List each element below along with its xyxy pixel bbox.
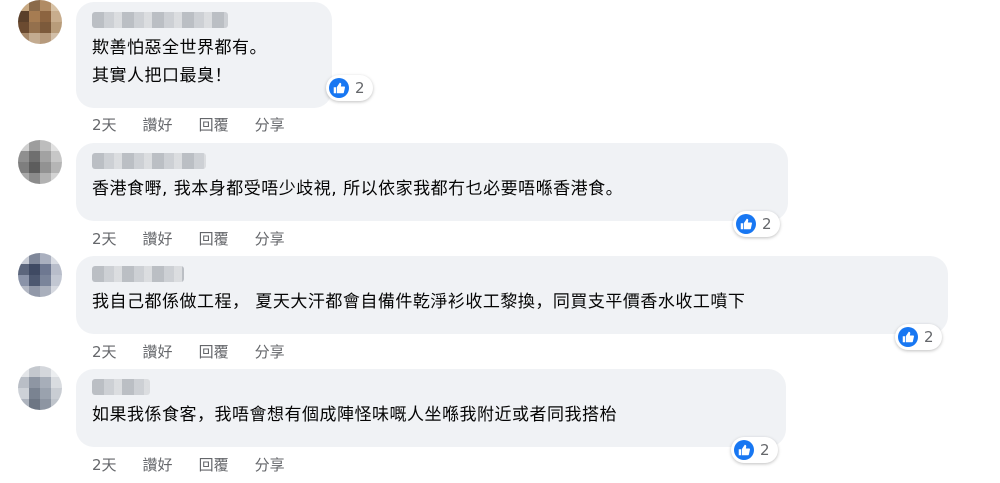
share-button[interactable]: 分享 <box>255 454 285 475</box>
author-name[interactable] <box>92 153 206 169</box>
reaction-count: 2 <box>924 328 934 346</box>
author-name[interactable] <box>92 12 228 28</box>
reaction-badge[interactable]: 2 <box>895 324 942 350</box>
avatar[interactable] <box>18 0 62 44</box>
reaction-badge[interactable]: 2 <box>733 211 780 237</box>
comment-actions: 2天 讚好 回覆 分享 <box>92 228 311 249</box>
share-button[interactable]: 分享 <box>255 114 285 135</box>
comment-text-line: 欺善怕惡全世界都有。 <box>92 38 267 58</box>
comment-actions: 2天 讚好 回覆 分享 <box>92 341 311 362</box>
comment-actions: 2天 讚好 回覆 分享 <box>92 114 311 135</box>
comment-bubble: 我自己都係做工程， 夏天大汗都會自備件乾淨衫收工黎換，同買支平價香水收工噴下 <box>76 256 948 334</box>
reply-button[interactable]: 回覆 <box>199 114 229 135</box>
reaction-count: 2 <box>760 441 770 459</box>
reply-button[interactable]: 回覆 <box>199 228 229 249</box>
thumbs-up-icon <box>898 327 918 347</box>
timestamp[interactable]: 2天 <box>92 454 117 475</box>
reaction-count: 2 <box>762 215 772 233</box>
avatar[interactable] <box>18 253 62 297</box>
avatar[interactable] <box>18 140 62 184</box>
author-name[interactable] <box>92 266 184 282</box>
reaction-count: 2 <box>355 79 365 97</box>
like-button[interactable]: 讚好 <box>143 454 173 475</box>
comment-text-line: 其實人把口最臭！ <box>92 66 232 86</box>
share-button[interactable]: 分享 <box>255 341 285 362</box>
timestamp[interactable]: 2天 <box>92 228 117 249</box>
like-button[interactable]: 讚好 <box>143 114 173 135</box>
reply-button[interactable]: 回覆 <box>199 341 229 362</box>
thumbs-up-icon <box>329 78 349 98</box>
thumbs-up-icon <box>734 440 754 460</box>
like-button[interactable]: 讚好 <box>143 228 173 249</box>
timestamp[interactable]: 2天 <box>92 114 117 135</box>
avatar[interactable] <box>18 366 62 410</box>
timestamp[interactable]: 2天 <box>92 341 117 362</box>
comment-text-line: 香港食嘢, 我本身都受唔少歧視, 所以依家我都冇乜必要唔喺香港食。 <box>92 179 624 199</box>
comment-bubble: 如果我係食客，我唔會想有個成陣怪味嘅人坐喺我附近或者同我搭枱 <box>76 369 786 447</box>
reaction-badge[interactable]: 2 <box>731 437 778 463</box>
comment-text-line: 我自己都係做工程， 夏天大汗都會自備件乾淨衫收工黎換，同買支平價香水收工噴下 <box>92 292 746 312</box>
comment-bubble: 欺善怕惡全世界都有。 其實人把口最臭！ <box>76 2 332 108</box>
comment-text-line: 如果我係食客，我唔會想有個成陣怪味嘅人坐喺我附近或者同我搭枱 <box>92 405 617 425</box>
comment-actions: 2天 讚好 回覆 分享 <box>92 454 311 475</box>
author-name[interactable] <box>92 379 150 395</box>
comment-bubble: 香港食嘢, 我本身都受唔少歧視, 所以依家我都冇乜必要唔喺香港食。 <box>76 143 788 221</box>
thumbs-up-icon <box>736 214 756 234</box>
like-button[interactable]: 讚好 <box>143 341 173 362</box>
reply-button[interactable]: 回覆 <box>199 454 229 475</box>
share-button[interactable]: 分享 <box>255 228 285 249</box>
reaction-badge[interactable]: 2 <box>326 75 373 101</box>
